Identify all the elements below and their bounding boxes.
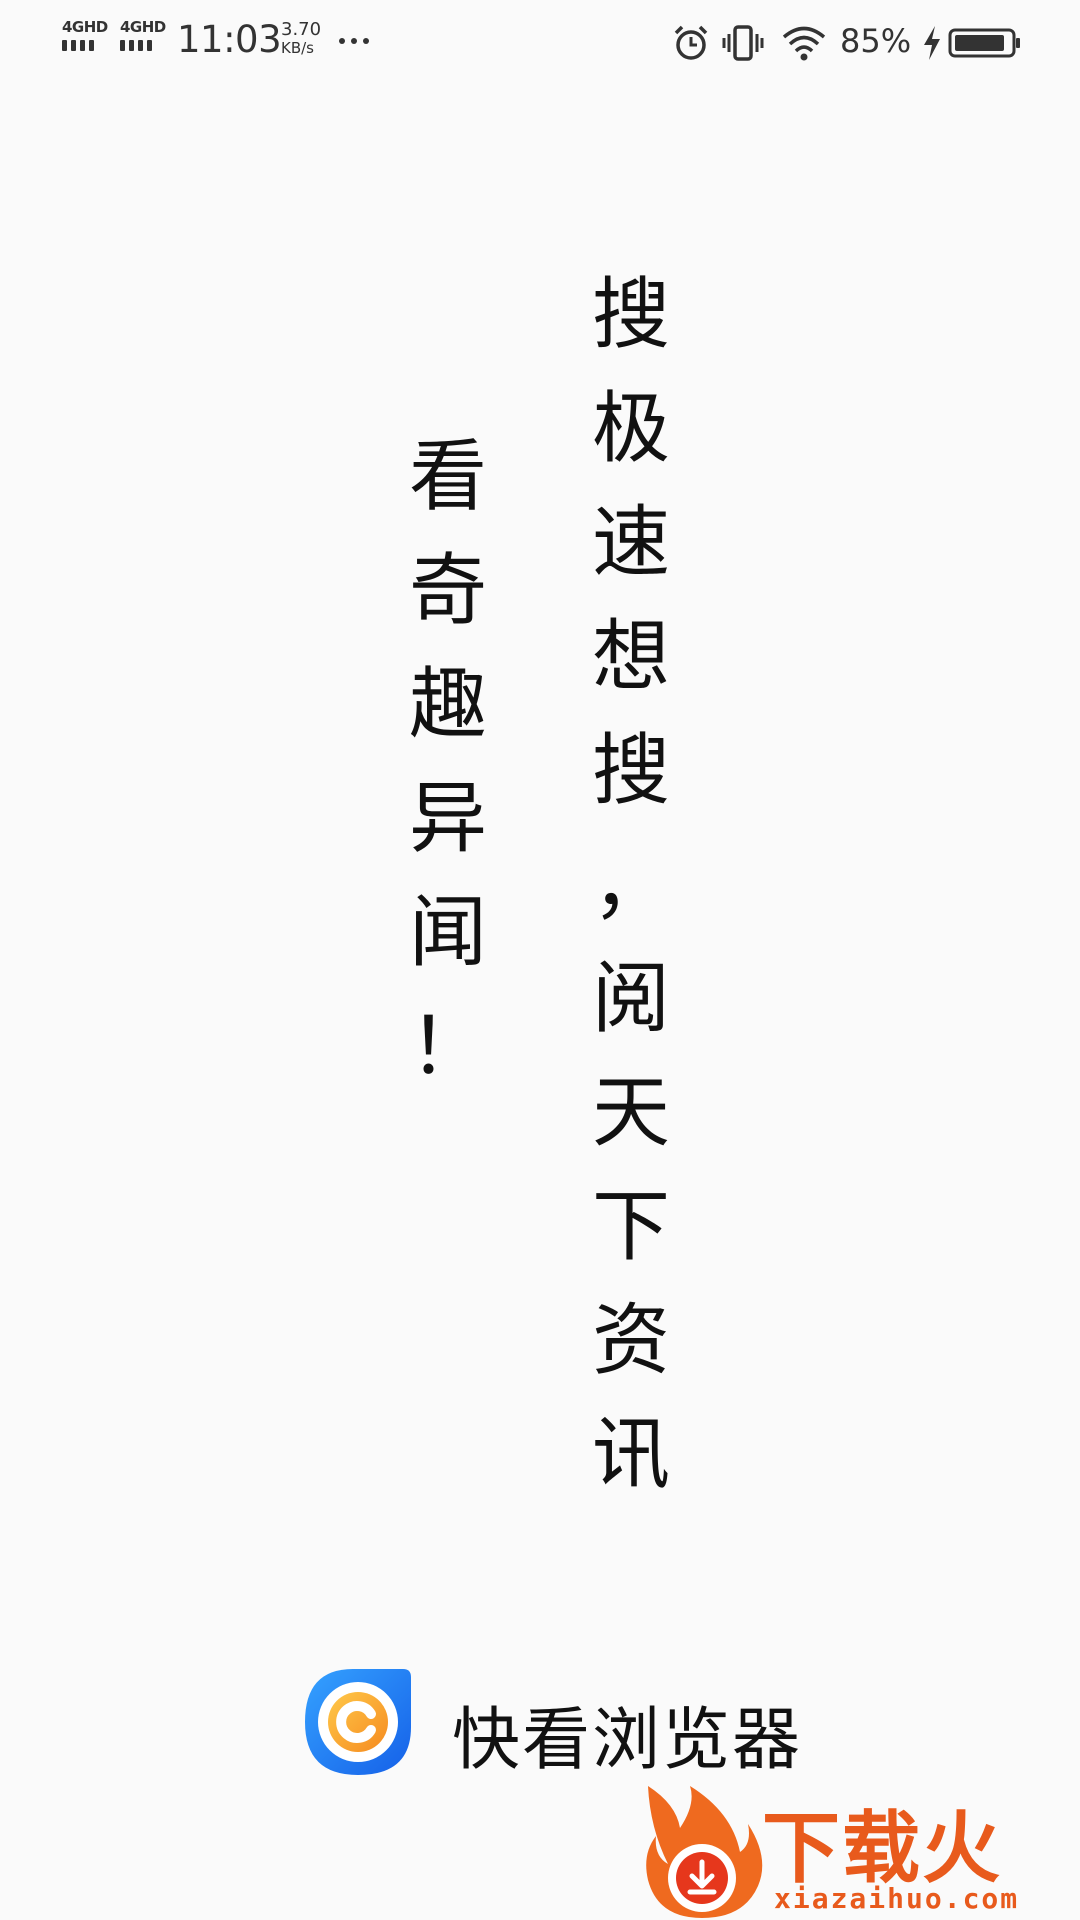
slogan-char: 阅 [591,954,670,1044]
signal-sim2: 4GHD [116,18,166,58]
charging-icon [924,26,940,60]
signal-sim1: 4GHD [58,18,108,58]
battery-percent: 85% [840,22,912,60]
clock: 11:03 [177,18,282,61]
slogan-char: 搜 [591,726,670,816]
signal-icon [120,40,152,51]
network-speed-value: 3.70 [281,19,322,40]
slogan-char: 闻 [408,888,487,978]
splash-screen: 4GHD 4GHD 11:03 3.70 KB/s 85% 搜 极 速 想 搜 … [0,0,1080,1920]
slogan-char: ， [591,840,670,930]
slogan-char: 异 [408,774,487,864]
status-bar: 4GHD 4GHD 11:03 3.70 KB/s 85% [0,0,1080,86]
slogan-char: 讯 [591,1410,670,1500]
slogan-char: 极 [591,384,670,474]
more-icon [339,38,369,44]
wifi-icon [782,26,826,61]
slogan-char: 速 [591,498,670,588]
slogan-left-column: 看 奇 趣 异 闻 ！ [408,420,488,1104]
sim2-label: 4GHD [120,18,166,36]
battery-icon [948,28,1020,58]
slogan-char: 趣 [408,660,487,750]
app-name: 快看浏览器 [452,1701,803,1780]
watermark: 下载火 xiazaihuo.com [640,1782,1080,1920]
slogan-char: ！ [408,1002,487,1092]
slogan-char: 资 [591,1296,670,1386]
sim1-label: 4GHD [62,18,108,36]
alarm-icon [674,25,708,60]
slogan-right-column: 搜 极 速 想 搜 ， 阅 天 下 资 讯 [591,258,671,1512]
slogan-char: 看 [408,432,487,522]
vibrate-icon [722,25,764,61]
network-speed: 3.70 KB/s [281,21,341,56]
slogan-char: 下 [591,1182,670,1272]
signal-icon [62,40,94,51]
slogan-char: 想 [591,612,670,702]
slogan-char: 天 [591,1068,670,1158]
slogan-char: 搜 [591,270,670,360]
flame-logo-icon [646,1786,763,1918]
app-logo-icon [305,1669,411,1775]
network-speed-unit: KB/s [281,39,314,57]
watermark-site: xiazaihuo.com [774,1882,1020,1915]
slogan-char: 奇 [408,546,487,636]
